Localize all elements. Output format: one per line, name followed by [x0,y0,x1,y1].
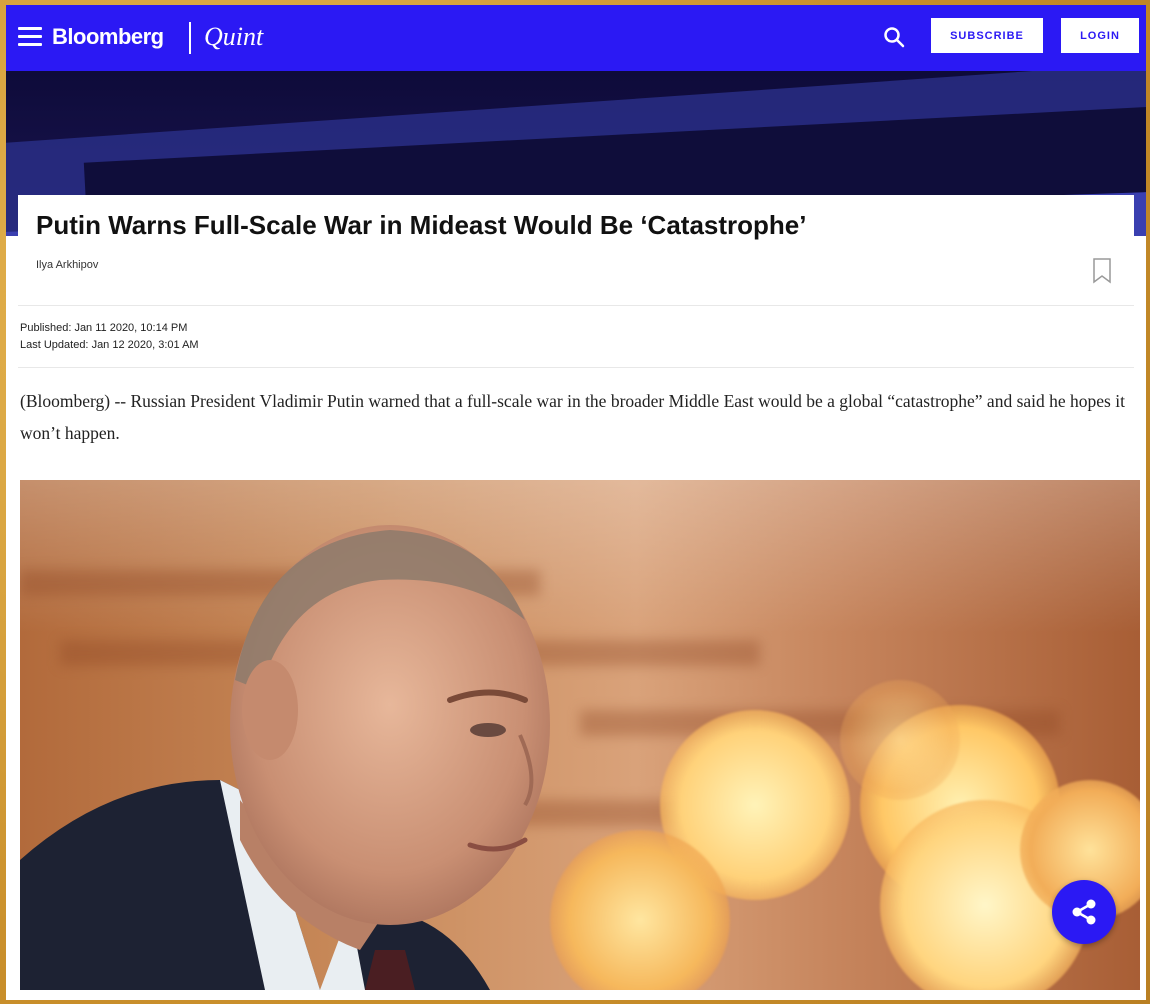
hamburger-icon[interactable] [18,27,42,47]
article-lede: (Bloomberg) -- Russian President Vladimi… [20,391,1125,443]
brand-divider [189,22,191,54]
article-photo [20,480,1140,990]
article-author[interactable]: Ilya Arkhipov [36,259,98,271]
login-button[interactable]: LOGIN [1061,18,1139,53]
updated-date: Jan 12 2020, 3:01 AM [91,339,199,351]
published-label: Published: [20,322,72,334]
browser-page: Bloomberg Quint SUBSCRIBE LOGIN Putin Wa… [6,5,1146,1000]
brand-logo-quint[interactable]: Quint [204,19,263,55]
article-dates: Published: Jan 11 2020, 10:14 PM Last Up… [20,320,199,354]
search-icon[interactable] [882,25,906,49]
person-portrait [20,525,550,990]
share-icon [1072,899,1096,925]
divider [18,367,1134,368]
published-date: Jan 11 2020, 10:14 PM [74,322,188,334]
top-navigation-bar: Bloomberg Quint SUBSCRIBE LOGIN [6,5,1146,71]
article-card: Putin Warns Full-Scale War in Mideast Wo… [18,195,1140,1000]
share-button[interactable] [1052,880,1116,944]
article-title: Putin Warns Full-Scale War in Mideast Wo… [36,210,807,240]
updated-label: Last Updated: [20,339,89,351]
subscribe-button[interactable]: SUBSCRIBE [931,18,1043,53]
divider [18,305,1134,306]
brand-logo-bloomberg[interactable]: Bloomberg [52,19,164,55]
bookmark-icon[interactable] [1090,257,1114,285]
